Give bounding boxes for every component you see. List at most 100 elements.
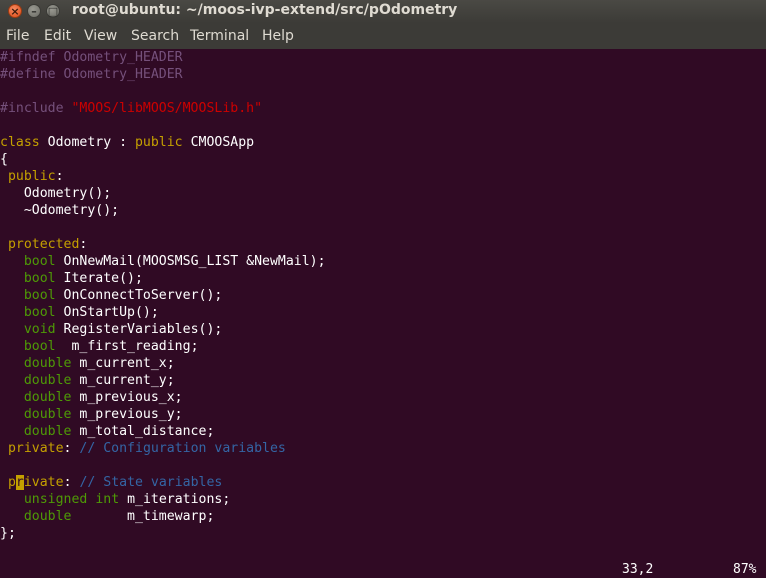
code-token: public xyxy=(134,135,183,150)
code-token: Odometry(); xyxy=(0,186,112,201)
code-token: public xyxy=(7,169,56,184)
maximize-button[interactable]: □ xyxy=(46,4,60,18)
text-cursor: r xyxy=(15,475,24,490)
code-line: #ifndef Odometry_HEADER xyxy=(0,49,183,66)
cursor-position: 33,2 xyxy=(622,562,654,577)
code-token: Odometry : xyxy=(39,135,135,150)
menu-search[interactable]: Search xyxy=(131,28,179,44)
menu-file[interactable]: File xyxy=(6,28,29,44)
code-token: "MOOS/libMOOS/MOOSLib.h" xyxy=(71,101,263,116)
code-token: : xyxy=(63,441,80,456)
code-line: #define Odometry_HEADER xyxy=(0,66,183,83)
code-token: bool xyxy=(23,339,56,354)
code-token: // Configuration variables xyxy=(79,441,286,456)
code-token: // State variables xyxy=(79,475,223,490)
code-token: unsigned xyxy=(23,492,88,507)
code-token: OnConnectToServer(); xyxy=(55,288,223,303)
code-line: unsigned int m_iterations; xyxy=(0,491,230,508)
menu-terminal[interactable]: Terminal xyxy=(190,28,249,44)
code-line: double m_previous_x; xyxy=(0,389,183,406)
code-token: bool xyxy=(23,305,56,320)
code-token: Iterate(); xyxy=(55,271,143,286)
code-line: #include "MOOS/libMOOS/MOOSLib.h" xyxy=(0,100,262,117)
code-token: m_iterations; xyxy=(119,492,231,507)
code-token: : xyxy=(55,169,64,184)
code-line: double m_previous_y; xyxy=(0,406,183,423)
terminal-editor[interactable]: #ifndef Odometry_HEADER #define Odometry_… xyxy=(0,49,766,567)
menu-edit[interactable]: Edit xyxy=(44,28,71,44)
code-token: #ifndef Odometry_HEADER xyxy=(0,50,183,65)
title-bar: × – □ root@ubuntu: ~/moos-ivp-extend/src… xyxy=(0,0,766,23)
code-token: OnStartUp(); xyxy=(55,305,159,320)
code-token: m_current_y; xyxy=(71,373,175,388)
code-token: void xyxy=(23,322,56,337)
code-line: bool OnStartUp(); xyxy=(0,304,159,321)
code-line: void RegisterVariables(); xyxy=(0,321,223,338)
code-line: bool Iterate(); xyxy=(0,270,143,287)
code-token: #include xyxy=(0,101,72,116)
code-line: bool OnConnectToServer(); xyxy=(0,287,223,304)
code-token: private xyxy=(7,441,64,456)
code-token: #define Odometry_HEADER xyxy=(0,67,183,82)
code-token: protected xyxy=(7,237,80,252)
code-line: protected: xyxy=(0,236,87,253)
code-token: p xyxy=(7,475,16,490)
code-line: double m_current_x; xyxy=(0,355,175,372)
code-token: CMOOSApp xyxy=(182,135,255,150)
code-token: double xyxy=(23,356,72,371)
code-token: class xyxy=(0,135,40,150)
code-line: double m_current_y; xyxy=(0,372,175,389)
code-line: public: xyxy=(0,168,64,185)
code-token: m_first_reading; xyxy=(55,339,199,354)
code-token: bool xyxy=(23,271,56,286)
code-line: private: // Configuration variables xyxy=(0,440,286,457)
code-token: m_previous_x; xyxy=(71,390,183,405)
code-token: RegisterVariables(); xyxy=(55,322,223,337)
code-token: double xyxy=(23,407,72,422)
code-line: ~Odometry(); xyxy=(0,202,119,219)
code-token: OnNewMail(MOOSMSG_LIST &NewMail); xyxy=(55,254,326,269)
code-line: Odometry(); xyxy=(0,185,111,202)
code-line: private: // State variables xyxy=(0,474,222,491)
code-token: m_total_distance; xyxy=(71,424,215,439)
code-line: double m_timewarp; xyxy=(0,508,215,525)
code-token: : xyxy=(63,475,80,490)
minimize-button[interactable]: – xyxy=(27,4,41,18)
code-line: bool OnNewMail(MOOSMSG_LIST &NewMail); xyxy=(0,253,326,270)
code-token: double xyxy=(23,424,72,439)
code-line: class Odometry : public CMOOSApp xyxy=(0,134,254,151)
code-line: bool m_first_reading; xyxy=(0,338,199,355)
code-token: }; xyxy=(0,526,16,541)
code-line: }; xyxy=(0,525,16,542)
menu-view[interactable]: View xyxy=(84,28,117,44)
menu-help[interactable]: Help xyxy=(262,28,294,44)
code-token: double xyxy=(23,390,72,405)
code-token: { xyxy=(0,152,8,167)
code-token: int xyxy=(95,492,120,507)
code-token: bool xyxy=(23,254,56,269)
scroll-percent: 87% xyxy=(733,562,757,577)
code-token: bool xyxy=(23,288,56,303)
window-title: root@ubuntu: ~/moos-ivp-extend/src/pOdom… xyxy=(72,2,458,18)
menu-bar: File Edit View Search Terminal Help xyxy=(0,23,766,49)
code-line: double m_total_distance; xyxy=(0,423,215,440)
code-token: m_current_x; xyxy=(71,356,175,371)
code-token: m_previous_y; xyxy=(71,407,183,422)
close-button[interactable]: × xyxy=(8,4,22,18)
code-line: { xyxy=(0,151,8,168)
code-token: ivate xyxy=(23,475,64,490)
